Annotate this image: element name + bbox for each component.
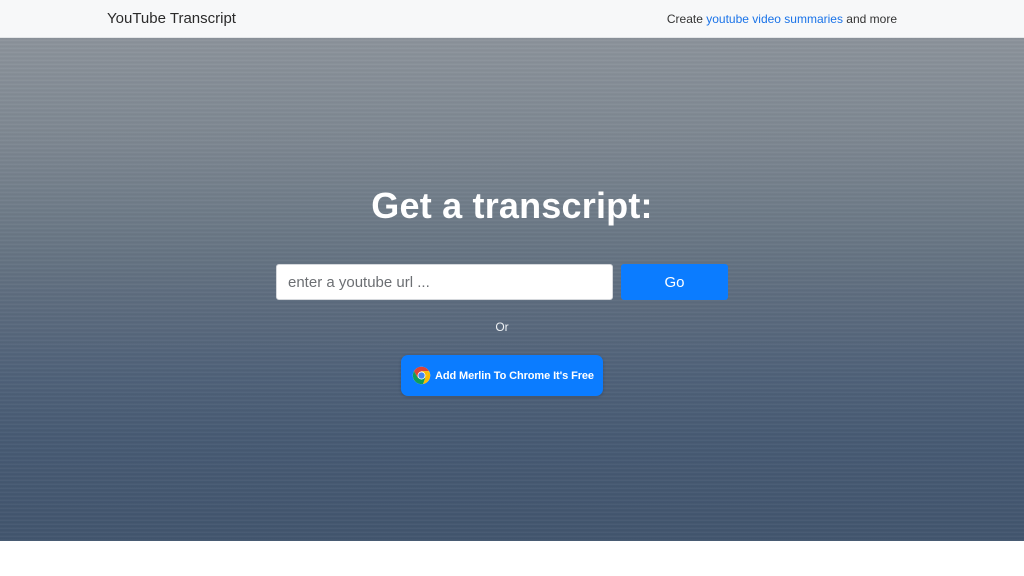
add-to-chrome-label: Add Merlin To Chrome It's Free <box>435 369 594 382</box>
hero-title: Get a transcript: <box>371 185 653 226</box>
tagline-suffix: and more <box>842 12 897 26</box>
or-divider-text: Or <box>495 320 509 334</box>
go-button[interactable]: Go <box>621 264 728 300</box>
brand-link[interactable]: YouTube Transcript <box>107 10 236 27</box>
page-bottom-area <box>0 541 1024 576</box>
tagline-prefix: Create <box>666 12 707 26</box>
hero-section: Get a transcript: Go Or Add Merlin To Ch… <box>0 38 1024 541</box>
header-tagline: Create youtube video summaries and more <box>667 12 897 26</box>
video-summaries-link[interactable]: youtube video summaries <box>706 12 843 26</box>
add-merlin-to-chrome-button[interactable]: Add Merlin To Chrome It's Free <box>401 355 603 396</box>
youtube-url-input[interactable] <box>276 264 613 300</box>
chrome-logo-icon <box>412 366 431 385</box>
top-navbar: YouTube Transcript Create youtube video … <box>0 0 1024 38</box>
